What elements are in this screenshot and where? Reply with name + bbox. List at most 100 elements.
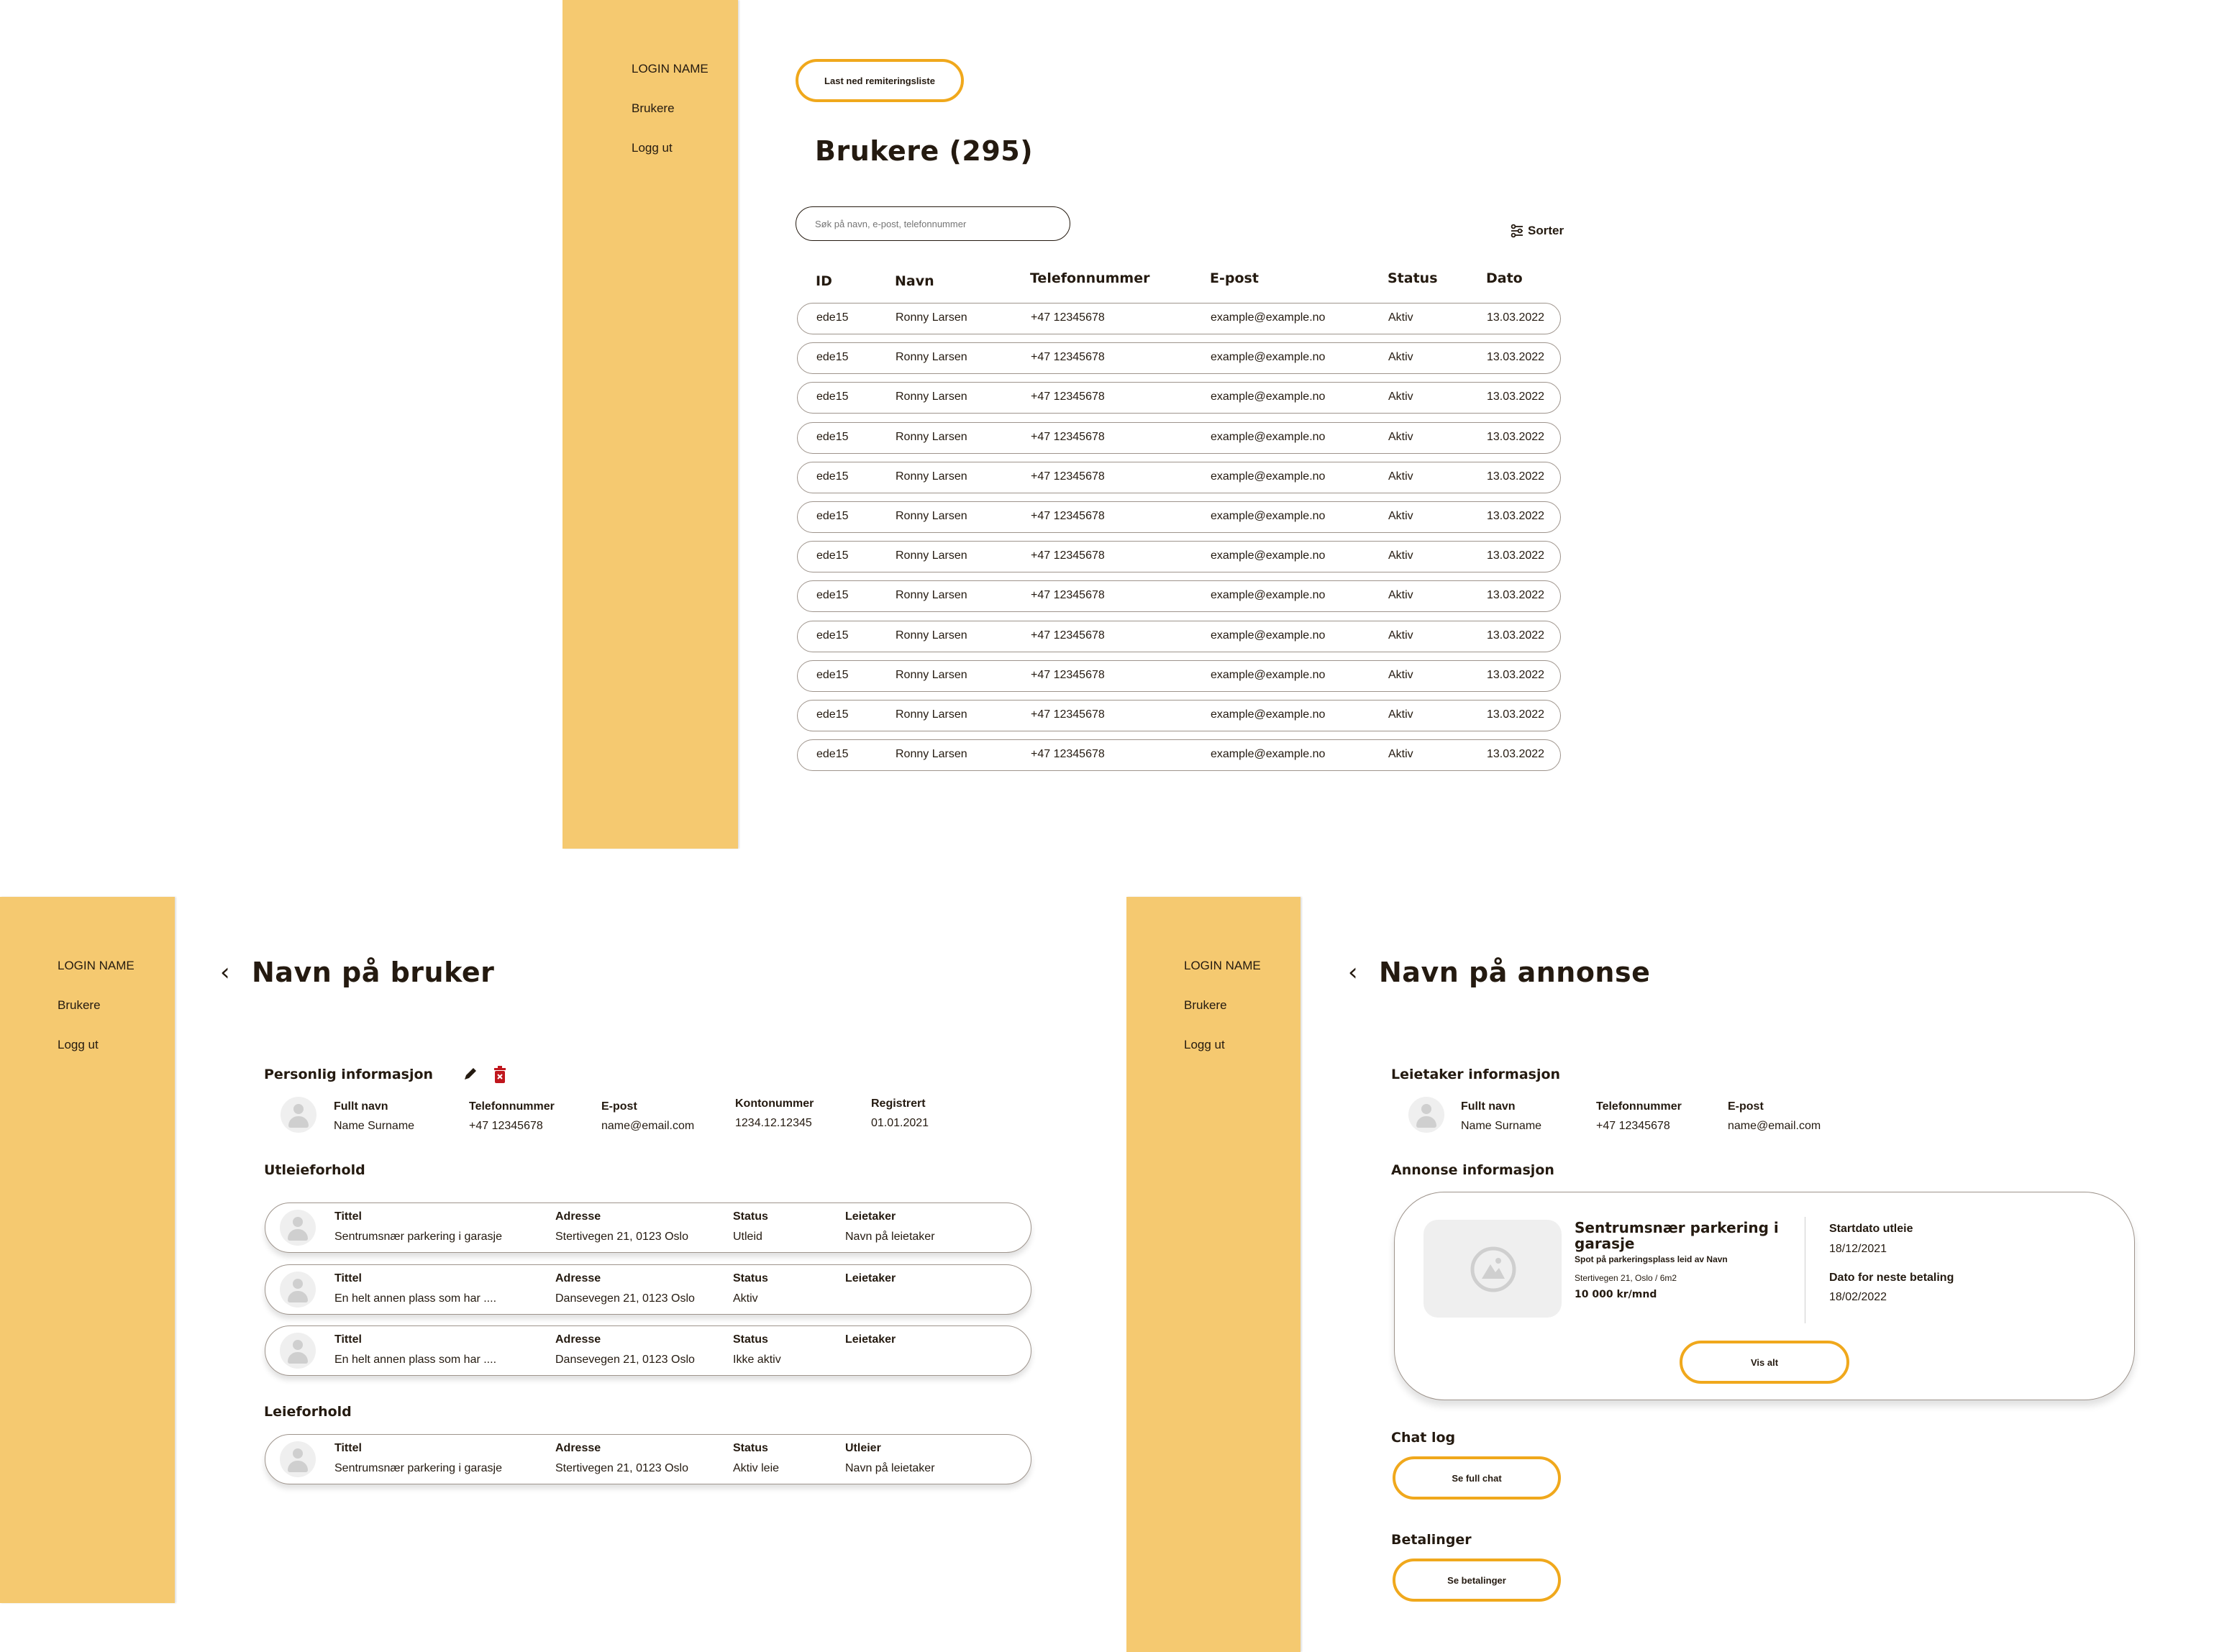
avatar	[281, 1097, 316, 1133]
field-label: Status	[733, 1210, 768, 1223]
field-value: Sentrumsnær parkering i garasje	[334, 1462, 502, 1474]
sidebar-item-brukere[interactable]: Brukere	[632, 101, 675, 116]
delete-trash-icon[interactable]	[493, 1066, 507, 1083]
column-header-telefonnummer[interactable]: Telefonnummer	[1030, 270, 1149, 286]
download-remittance-list-button[interactable]: Last ned remiteringsliste	[796, 59, 964, 102]
field-value: Dansevegen 21, 0123 Oslo	[555, 1292, 695, 1305]
cell-name: Ronny Larsen	[896, 470, 967, 483]
field-label: Tittel	[334, 1442, 362, 1454]
sidebar-item-brukere[interactable]: Brukere	[1184, 998, 1227, 1013]
tenant-info-heading: Leietaker informasjon	[1391, 1067, 1561, 1082]
table-row[interactable]: ede15 Ronny Larsen +47 12345678 example@exa…	[797, 303, 1561, 334]
cell-phone: +47 12345678	[1031, 708, 1105, 721]
table-row[interactable]: ede15 Ronny Larsen +47 12345678 example@exa…	[797, 461, 1561, 493]
cell-email: example@example.no	[1211, 430, 1326, 443]
page-title: Navn på annonse	[1379, 957, 1651, 988]
cell-id: ede15	[816, 668, 849, 681]
cell-phone: +47 12345678	[1031, 510, 1105, 522]
cell-name: Ronny Larsen	[896, 549, 967, 562]
cell-id: ede15	[816, 708, 849, 721]
cell-id: ede15	[816, 549, 849, 562]
cell-status: Aktiv	[1388, 668, 1413, 681]
column-header-status[interactable]: Status	[1388, 270, 1438, 286]
column-header-dato[interactable]: Dato	[1486, 270, 1523, 286]
sidebar-item-logg-ut[interactable]: Logg ut	[1184, 1038, 1225, 1052]
cell-id: ede15	[816, 311, 849, 324]
sidebar-login-name[interactable]: LOGIN NAME	[58, 959, 135, 973]
listing-price: 10 000 kr/mnd	[1575, 1289, 1657, 1300]
cell-date: 13.03.2022	[1487, 629, 1545, 642]
cell-name: Ronny Larsen	[896, 510, 967, 522]
cell-email: example@example.no	[1211, 351, 1326, 364]
sidebar-item-brukere[interactable]: Brukere	[58, 998, 101, 1013]
avatar	[280, 1271, 316, 1308]
cell-email: example@example.no	[1211, 708, 1326, 721]
see-payments-button[interactable]: Se betalinger	[1393, 1559, 1561, 1602]
field-value: Dansevegen 21, 0123 Oslo	[555, 1354, 695, 1366]
column-header-epost[interactable]: E-post	[1210, 270, 1259, 286]
start-date-value: 18/12/2021	[1829, 1243, 1887, 1255]
cell-email: example@example.no	[1211, 549, 1326, 562]
rental-card[interactable]: Tittel En helt annen plass som har .... Ad…	[265, 1264, 1031, 1315]
table-row[interactable]: ede15 Ronny Larsen +47 12345678 example@exa…	[797, 501, 1561, 533]
cell-email: example@example.no	[1211, 748, 1326, 761]
cell-name: Ronny Larsen	[896, 708, 967, 721]
next-payment-value: 18/02/2022	[1829, 1291, 1887, 1303]
table-row[interactable]: ede15 Ronny Larsen +47 12345678 example@exa…	[797, 421, 1561, 454]
field-value: Aktiv leie	[733, 1462, 780, 1474]
field-label: Telefonnummer	[1596, 1100, 1682, 1113]
cell-phone: +47 12345678	[1031, 311, 1105, 324]
table-row[interactable]: ede15 Ronny Larsen +47 12345678 example@exa…	[797, 660, 1561, 692]
table-row[interactable]: ede15 Ronny Larsen +47 12345678 example@exa…	[797, 580, 1561, 613]
field-value: name@email.com	[1728, 1120, 1821, 1132]
table-row[interactable]: ede15 Ronny Larsen +47 12345678 example@exa…	[797, 739, 1561, 772]
rental-card[interactable]: Tittel Sentrumsnær parkering i garasje Adr…	[265, 1434, 1031, 1484]
sliders-icon	[1511, 224, 1523, 238]
cell-email: example@example.no	[1211, 391, 1326, 403]
back-chevron-icon[interactable]: ‹	[220, 958, 230, 987]
cell-name: Ronny Larsen	[896, 748, 967, 761]
field-label: Adresse	[555, 1333, 601, 1346]
field-label: Tittel	[334, 1333, 362, 1346]
cell-phone: +47 12345678	[1031, 430, 1105, 443]
field-label: Kontonummer	[735, 1097, 814, 1110]
field-value: 01.01.2021	[871, 1117, 929, 1129]
column-header-navn[interactable]: Navn	[895, 273, 934, 289]
search-input[interactable]	[796, 206, 1070, 241]
cell-date: 13.03.2022	[1487, 549, 1545, 562]
sort-button[interactable]: Sorter	[1511, 224, 1564, 238]
field-label: Registrert	[871, 1097, 926, 1110]
sidebar-item-logg-ut[interactable]: Logg ut	[58, 1038, 99, 1052]
personal-info-heading: Personlig informasjon	[264, 1067, 434, 1082]
back-chevron-icon[interactable]: ‹	[1348, 958, 1358, 987]
edit-pencil-icon[interactable]	[463, 1066, 478, 1082]
show-all-button[interactable]: Vis alt	[1680, 1341, 1849, 1384]
rentals-out-heading: Utleieforhold	[264, 1162, 365, 1178]
field-label: Utleier	[845, 1442, 881, 1454]
cell-name: Ronny Larsen	[896, 311, 967, 324]
table-row[interactable]: ede15 Ronny Larsen +47 12345678 example@exa…	[797, 620, 1561, 652]
field-label: E-post	[601, 1100, 637, 1113]
column-header-id[interactable]: ID	[816, 273, 832, 289]
listing-info-heading: Annonse informasjon	[1391, 1162, 1554, 1178]
table-row[interactable]: ede15 Ronny Larsen +47 12345678 example@exa…	[797, 382, 1561, 414]
cell-name: Ronny Larsen	[896, 668, 967, 681]
rental-card[interactable]: Tittel Sentrumsnær parkering i garasje Adr…	[265, 1203, 1031, 1253]
cell-phone: +47 12345678	[1031, 470, 1105, 483]
sidebar-item-logg-ut[interactable]: Logg ut	[632, 141, 673, 155]
table-row[interactable]: ede15 Ronny Larsen +47 12345678 example@exa…	[797, 541, 1561, 573]
rental-card[interactable]: Tittel En helt annen plass som har .... Ad…	[265, 1325, 1031, 1376]
table-row[interactable]: ede15 Ronny Larsen +47 12345678 example@exa…	[797, 342, 1561, 375]
table-row[interactable]: ede15 Ronny Larsen +47 12345678 example@exa…	[797, 700, 1561, 731]
see-full-chat-button[interactable]: Se full chat	[1393, 1456, 1561, 1500]
sidebar-login-name[interactable]: LOGIN NAME	[1184, 959, 1261, 973]
cell-id: ede15	[816, 510, 849, 522]
cell-id: ede15	[816, 629, 849, 642]
cell-status: Aktiv	[1388, 748, 1413, 761]
field-label: Fullt navn	[1461, 1100, 1516, 1113]
field-value: 1234.12.12345	[735, 1117, 812, 1129]
sidebar-login-name[interactable]: LOGIN NAME	[632, 62, 709, 76]
cell-name: Ronny Larsen	[896, 589, 967, 602]
field-label: Status	[733, 1442, 768, 1454]
field-label: Telefonnummer	[469, 1100, 555, 1113]
